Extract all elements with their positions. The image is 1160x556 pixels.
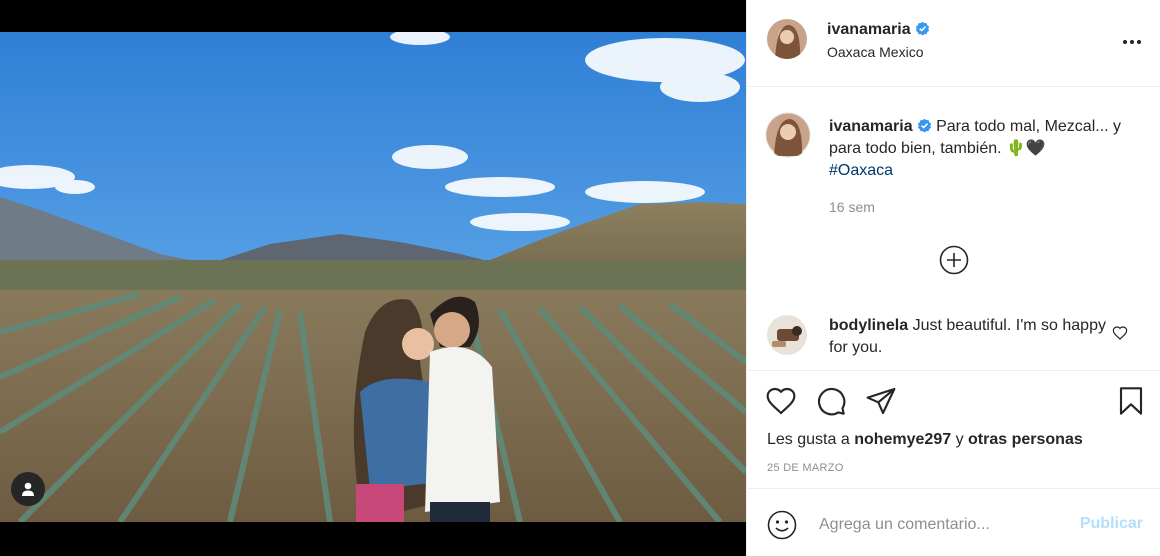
likes-summary: Les gusta a nohemye297 y otras personas: [767, 431, 1083, 449]
comment: bodylinela Just beautiful. I'm so happy …: [829, 315, 1109, 359]
verified-badge-icon: [915, 21, 929, 36]
add-comment-bar: Publicar: [747, 488, 1160, 556]
commenter-avatar[interactable]: [767, 315, 807, 355]
post-date[interactable]: 25 DE MARZO: [767, 462, 844, 474]
post-media: [0, 0, 746, 556]
comments-section: ivanamaria Para todo mal, Mezcal... y pa…: [747, 86, 1160, 370]
more-options-icon[interactable]: [1120, 30, 1144, 54]
plus-circle-icon[interactable]: [939, 245, 969, 275]
post-photo[interactable]: [0, 32, 746, 522]
post-header: ivanamaria Oaxaca Mexico: [747, 0, 1160, 87]
likes-join: y: [955, 431, 964, 448]
author-username-text[interactable]: ivanamaria: [827, 21, 911, 38]
instagram-post: ivanamaria Oaxaca Mexico ivanamaria Para…: [0, 0, 1160, 556]
caption-author-avatar[interactable]: [765, 112, 811, 158]
comment-input[interactable]: [817, 507, 1071, 543]
caption-time[interactable]: 16 sem: [829, 199, 875, 215]
post-actions: Les gusta a nohemye297 y otras personas …: [747, 370, 1160, 489]
likes-others[interactable]: otras personas: [968, 431, 1083, 448]
send-icon[interactable]: [865, 385, 897, 417]
user-tag-icon[interactable]: [11, 472, 45, 506]
verified-badge-icon: [917, 118, 931, 133]
publish-button[interactable]: Publicar: [1080, 515, 1143, 533]
comment-heart-icon[interactable]: [1112, 325, 1128, 341]
bookmark-icon[interactable]: [1115, 385, 1147, 417]
author-username[interactable]: ivanamaria: [827, 21, 930, 39]
emoji-icon[interactable]: [767, 510, 797, 540]
heart-icon[interactable]: [765, 385, 797, 417]
comment-icon[interactable]: [815, 385, 847, 417]
caption-hashtag[interactable]: #Oaxaca: [829, 162, 893, 179]
caption-username[interactable]: ivanamaria: [829, 118, 913, 135]
post-location[interactable]: Oaxaca Mexico: [827, 44, 923, 60]
author-avatar[interactable]: [767, 19, 807, 59]
comment-username[interactable]: bodylinela: [829, 317, 908, 334]
post-sidebar: ivanamaria Oaxaca Mexico ivanamaria Para…: [746, 0, 1160, 556]
likes-user[interactable]: nohemye297: [854, 431, 951, 448]
post-caption: ivanamaria Para todo mal, Mezcal... y pa…: [829, 116, 1139, 182]
likes-prefix: Les gusta a: [767, 431, 850, 448]
